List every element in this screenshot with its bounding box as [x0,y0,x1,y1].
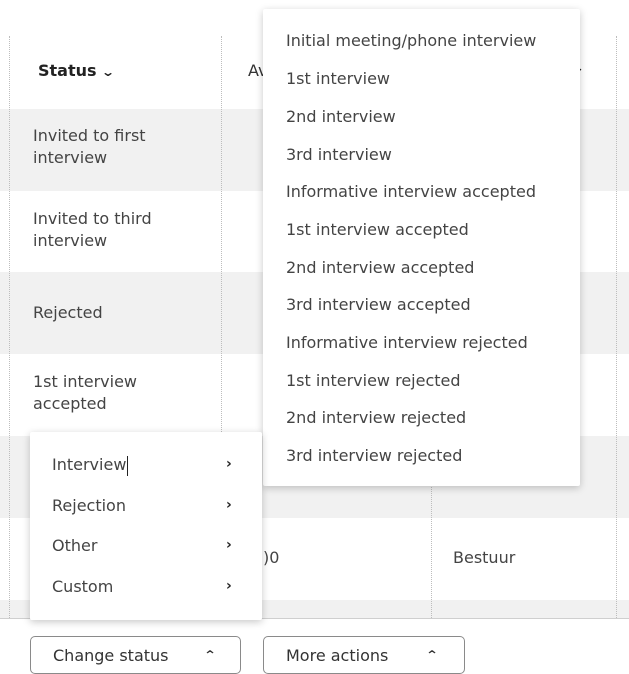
status-cell: Rejected [33,303,103,322]
submenu-option[interactable]: 1st interview [286,69,390,88]
submenu-option[interactable]: Initial meeting/phone interview [286,31,536,50]
menu-item-other[interactable]: Other [52,536,97,555]
submenu-option[interactable]: Informative interview rejected [286,333,528,352]
submenu-option[interactable]: 3rd interview [286,145,392,164]
submenu-option[interactable]: 2nd interview rejected [286,408,466,427]
status-cell: Invited to third interview [33,209,152,250]
status-cell: 1st interview accepted [33,372,137,413]
applicants-table-view: Invited to first interview Invited to th… [0,0,629,674]
change-status-button[interactable]: Change status ⌃ [30,636,241,674]
text-cursor [127,455,129,476]
chevron-right-icon: › [226,497,232,513]
submenu-option[interactable]: 2nd interview [286,107,396,126]
submenu-option[interactable]: 1st interview accepted [286,220,469,239]
more-actions-button[interactable]: More actions ⌃ [263,636,465,674]
menu-item-interview[interactable]: Interview [52,455,129,476]
chevron-up-icon: ⌃ [425,648,439,662]
submenu-option[interactable]: Informative interview accepted [286,182,536,201]
status-header-label: Status [38,61,97,80]
chevron-up-icon: ⌃ [203,648,217,662]
button-label: Change status [53,646,169,665]
column-divider [431,470,432,618]
chevron-right-icon: › [226,578,232,594]
menu-item-custom[interactable]: Custom [52,577,113,596]
interview-submenu: Initial meeting/phone interview 1st inte… [263,9,580,486]
change-status-menu: Interview › Rejection › Other › Custom › [30,432,262,620]
column-divider [616,36,617,618]
table-cell: )0 [263,548,280,567]
submenu-option[interactable]: 3rd interview accepted [286,295,471,314]
chevron-down-icon: ⌄ [100,65,115,79]
submenu-option[interactable]: 3rd interview rejected [286,446,462,465]
chevron-right-icon: › [226,537,232,553]
chevron-right-icon: › [226,456,232,472]
table-cell: Bestuur [453,548,516,567]
menu-item-rejection[interactable]: Rejection [52,496,126,515]
status-column-header[interactable]: Status ⌄ [38,61,115,80]
status-cell: Invited to first interview [33,126,146,167]
column-divider [9,36,10,618]
submenu-option[interactable]: 1st interview rejected [286,371,461,390]
submenu-option[interactable]: 2nd interview accepted [286,258,474,277]
menu-item-label: Interview [52,455,127,474]
button-label: More actions [286,646,389,665]
